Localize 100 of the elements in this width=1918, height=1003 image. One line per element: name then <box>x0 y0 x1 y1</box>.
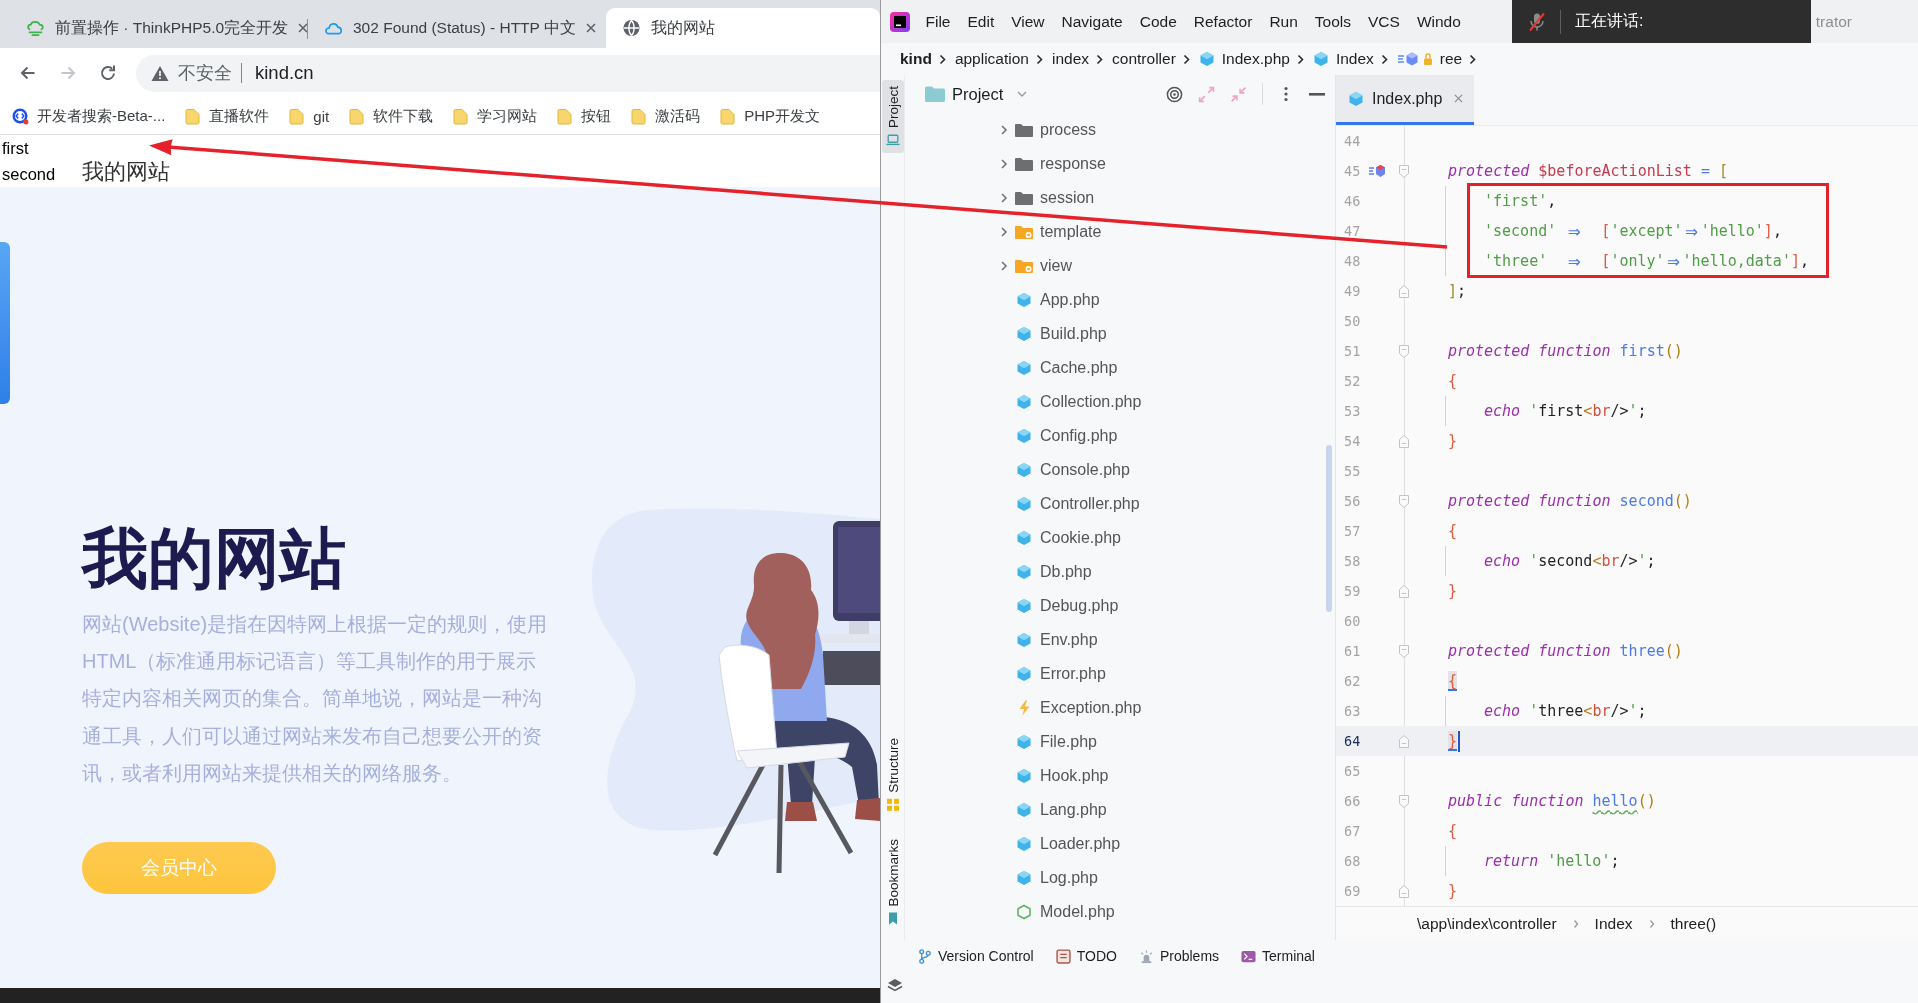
tree-item[interactable]: response <box>905 147 1335 181</box>
fold-icon[interactable] <box>1398 733 1410 749</box>
bookmark[interactable]: 软件下载 <box>348 106 434 126</box>
browser-tab[interactable]: 302 Found (Status) - HTTP 中文 <box>308 8 606 48</box>
tree-item[interactable]: template <box>905 215 1335 249</box>
tool-window-tab[interactable]: Bookmarks <box>881 833 904 932</box>
minimize-icon[interactable] <box>1309 92 1325 96</box>
menu-item[interactable]: Refactor <box>1185 7 1261 36</box>
close-icon[interactable] <box>585 23 596 33</box>
breadcrumb-item[interactable]: three() <box>1670 914 1717 933</box>
tree-item[interactable]: Console.php <box>905 453 1335 487</box>
tree-item[interactable]: Env.php <box>905 623 1335 657</box>
site-title[interactable]: 我的网站 <box>82 159 170 184</box>
fold-icon[interactable] <box>1398 643 1410 659</box>
menu-item[interactable]: VCS <box>1359 7 1409 36</box>
tool-window-button[interactable]: Problems <box>1138 948 1220 964</box>
caret-icon[interactable] <box>1017 91 1028 97</box>
menu-item[interactable]: Navigate <box>1053 7 1132 36</box>
tree-item[interactable]: Hook.php <box>905 759 1335 793</box>
menu-item[interactable]: Tools <box>1306 7 1360 36</box>
menu-item[interactable]: View <box>1002 7 1054 36</box>
bookmark[interactable]: 开发者搜索-Beta-... <box>12 106 166 126</box>
more-icon[interactable] <box>1284 86 1288 102</box>
menu-item[interactable]: Run <box>1260 7 1307 36</box>
tree-item[interactable]: App.php <box>905 283 1335 317</box>
breadcrumb-item[interactable]: Index <box>1312 50 1374 68</box>
security-label[interactable]: 不安全 <box>178 61 232 85</box>
collapse-icon[interactable] <box>1230 85 1247 103</box>
breadcrumb-item[interactable]: kind <box>900 50 932 68</box>
tree-item[interactable]: File.php <box>905 725 1335 759</box>
bookmark[interactable]: PHP开发文 <box>719 106 821 126</box>
fold-icon[interactable] <box>1398 433 1410 449</box>
fold-icon[interactable] <box>1398 793 1410 809</box>
chevron-icon[interactable] <box>998 124 1010 136</box>
breadcrumb-item[interactable]: index <box>1052 50 1090 68</box>
breadcrumb-item[interactable]: application <box>954 50 1029 68</box>
scrollbar[interactable] <box>1326 445 1332 612</box>
menu-item[interactable]: Code <box>1131 7 1186 36</box>
fold-icon[interactable] <box>1398 493 1410 509</box>
layers-icon[interactable] <box>887 977 903 993</box>
address-bar[interactable]: 不安全 kind.cn <box>136 54 880 92</box>
cube-icon <box>1016 632 1032 648</box>
tree-item[interactable]: Log.php <box>905 861 1335 895</box>
fold-icon[interactable] <box>1398 883 1410 899</box>
menu-item[interactable]: File <box>917 7 959 36</box>
side-tab[interactable] <box>0 242 10 404</box>
close-icon[interactable] <box>298 23 309 33</box>
bookmark[interactable]: 学习网站 <box>452 106 538 126</box>
cube-icon <box>1016 462 1032 478</box>
bookmark[interactable]: 激活码 <box>630 106 701 126</box>
tree-item[interactable]: Lang.php <box>905 793 1335 827</box>
breadcrumb-item[interactable]: controller <box>1112 50 1176 68</box>
tool-window-tab[interactable]: Project <box>881 80 904 154</box>
cube-marker-icon[interactable] <box>1368 164 1386 178</box>
tool-window-button[interactable]: Terminal <box>1241 948 1315 964</box>
browser-tab[interactable]: 我的网站 <box>606 8 880 48</box>
tree-item[interactable]: Cookie.php <box>905 521 1335 555</box>
chevron-icon[interactable] <box>998 260 1010 272</box>
browser-tab[interactable]: 前置操作 · ThinkPHP5.0完全开发 <box>10 8 308 48</box>
expand-icon[interactable] <box>1198 85 1215 103</box>
tree-item[interactable]: Loader.php <box>905 827 1335 861</box>
breadcrumb-item[interactable]: Index <box>1594 914 1633 933</box>
tool-window-tab[interactable]: Structure <box>881 731 904 818</box>
fold-icon[interactable] <box>1398 163 1410 179</box>
close-icon[interactable] <box>1454 94 1464 103</box>
tree-item[interactable]: Error.php <box>905 657 1335 691</box>
tool-window-button[interactable]: TODO <box>1055 948 1117 964</box>
fold-icon[interactable] <box>1398 343 1410 359</box>
tree-item[interactable]: Debug.php <box>905 589 1335 623</box>
menu-item[interactable]: Edit <box>959 7 1003 36</box>
tree-item[interactable]: process <box>905 113 1335 147</box>
tree-item[interactable]: Controller.php <box>905 487 1335 521</box>
breadcrumb-item[interactable]: ree <box>1396 50 1463 68</box>
tree-item[interactable]: session <box>905 181 1335 215</box>
fold-icon[interactable] <box>1398 583 1410 599</box>
tree-item[interactable]: view <box>905 249 1335 283</box>
breadcrumb-item[interactable]: \app\index\controller <box>1417 914 1557 933</box>
chevron-icon[interactable] <box>998 158 1010 170</box>
bookmark[interactable]: 按钮 <box>556 106 612 126</box>
tree-item[interactable]: Build.php <box>905 317 1335 351</box>
fold-icon[interactable] <box>1398 283 1410 299</box>
breadcrumb-item[interactable]: Index.php <box>1198 50 1290 68</box>
tree-item[interactable]: Exception.php <box>905 691 1335 725</box>
tree-item[interactable]: Config.php <box>905 419 1335 453</box>
tree-item[interactable]: Model.php <box>905 895 1335 929</box>
tree-item[interactable]: Db.php <box>905 555 1335 589</box>
panel-title[interactable]: Project <box>952 84 1004 104</box>
app-logo-icon[interactable] <box>890 11 910 32</box>
bookmark[interactable]: git <box>288 107 330 125</box>
target-icon[interactable] <box>1166 85 1183 103</box>
chevron-icon[interactable] <box>998 226 1010 238</box>
menu-item[interactable]: Windo <box>1408 7 1470 36</box>
bookmark[interactable]: 直播软件 <box>184 106 270 126</box>
editor-tab[interactable]: Index.php <box>1336 75 1474 125</box>
tree-item[interactable]: Cache.php <box>905 351 1335 385</box>
tree-item[interactable]: Collection.php <box>905 385 1335 419</box>
tool-window-button[interactable]: Version Control <box>917 948 1034 964</box>
chevron-icon[interactable] <box>998 192 1010 204</box>
reload-icon[interactable] <box>98 63 118 83</box>
url-text[interactable]: kind.cn <box>255 62 314 84</box>
